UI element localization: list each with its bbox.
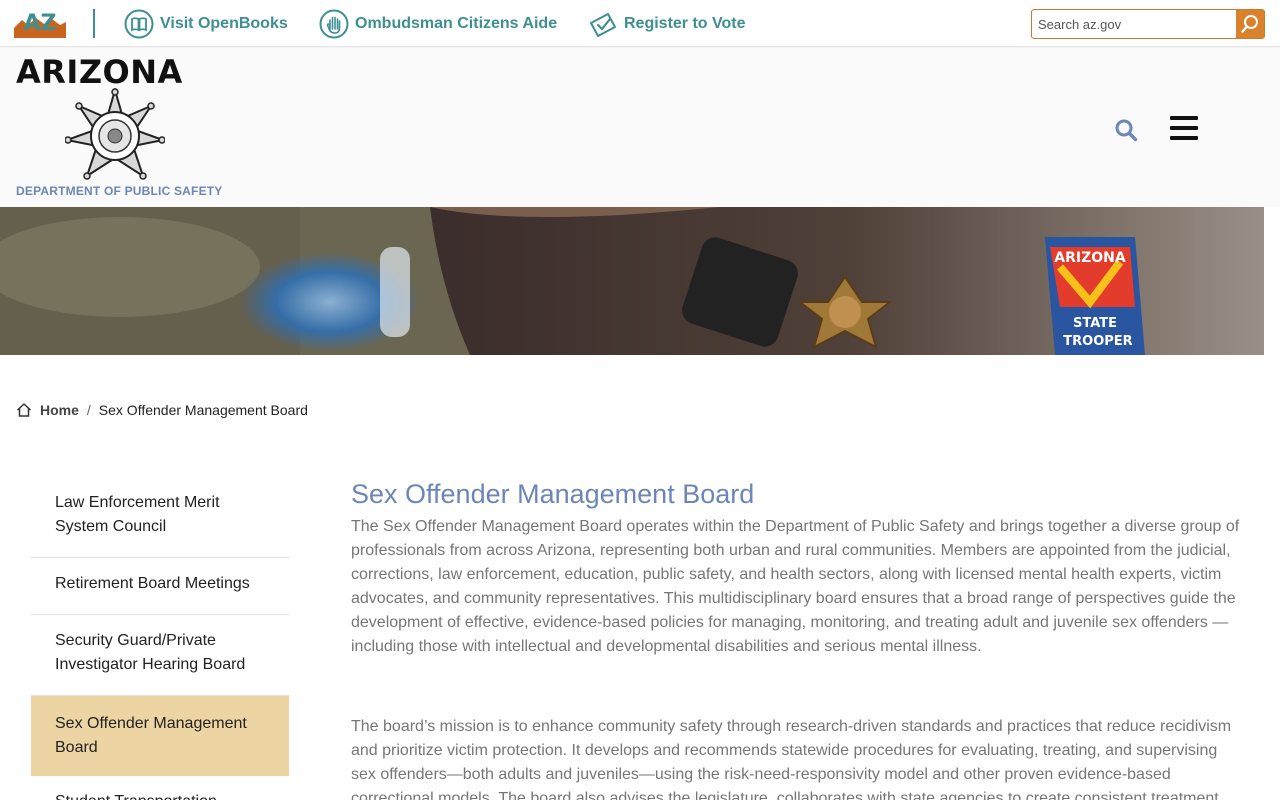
home-icon[interactable] <box>16 402 32 418</box>
hero-patch-state: STATE <box>1073 316 1117 331</box>
breadcrumb-separator: / <box>86 402 91 418</box>
intro-paragraph: The Sex Offender Management Board operat… <box>351 518 1240 655</box>
az-gov-search <box>1031 9 1265 39</box>
main-content: Sex Offender Management Board The Sex Of… <box>351 478 1246 800</box>
sidebar-nav: Law Enforcement Merit System Council Ret… <box>31 477 289 800</box>
svg-text:AZ: AZ <box>24 11 57 36</box>
sidebar-item-sex-offender-board[interactable]: Sex Offender Management Board <box>31 696 289 776</box>
hero-patch-arizona: ARIZONA <box>1054 250 1126 266</box>
hand-icon <box>319 9 349 39</box>
mission-paragraph: The board’s mission is to enhance commun… <box>351 718 1232 800</box>
register-to-vote-label: Register to Vote <box>624 15 746 32</box>
register-to-vote-link[interactable]: Register to Vote <box>588 10 746 38</box>
hero-banner-image: ARIZONA STATE TROOPER <box>0 207 1264 355</box>
top-utility-bar: AZ Visit OpenBooks Ombudsman Citizens Ai… <box>0 0 1280 47</box>
menu-bar <box>1170 136 1198 140</box>
agency-header: ARIZONA DEPARTMENT OF PUBLIC SAFETY <box>0 48 1280 207</box>
menu-bar <box>1170 116 1198 120</box>
header-search-icon[interactable] <box>1114 118 1138 142</box>
sidebar-item-student-transportation[interactable]: Student Transportation <box>31 776 289 800</box>
visit-openbooks-label: Visit OpenBooks <box>160 15 288 32</box>
search-icon <box>1241 15 1258 33</box>
department-name[interactable]: DEPARTMENT OF PUBLIC SAFETY <box>16 184 223 198</box>
topbar-divider <box>93 9 95 38</box>
sidebar-item-security-guard[interactable]: Security Guard/Private Investigator Hear… <box>31 615 289 696</box>
book-icon <box>124 9 154 39</box>
arizona-wordmark[interactable]: ARIZONA <box>16 56 183 88</box>
state-trooper-photo: ARIZONA STATE TROOPER <box>0 207 1264 355</box>
menu-bar <box>1170 126 1198 130</box>
hero-patch-trooper: TROOPER <box>1063 334 1132 349</box>
az-gov-search-input[interactable] <box>1032 10 1236 38</box>
visit-openbooks-link[interactable]: Visit OpenBooks <box>124 9 288 39</box>
dps-star-badge-icon[interactable] <box>65 88 165 182</box>
hamburger-menu-icon[interactable] <box>1170 116 1198 140</box>
sidebar-item-law-enforcement-merit[interactable]: Law Enforcement Merit System Council <box>31 477 289 558</box>
breadcrumb-current: Sex Offender Management Board <box>98 402 308 418</box>
ombudsman-link[interactable]: Ombudsman Citizens Aide <box>319 9 558 39</box>
az-logo-icon[interactable]: AZ <box>14 10 66 38</box>
page-title: Sex Offender Management Board <box>351 479 755 509</box>
ballot-icon <box>590 13 616 37</box>
az-gov-search-button[interactable] <box>1236 10 1264 38</box>
ombudsman-label: Ombudsman Citizens Aide <box>355 15 558 32</box>
sidebar-item-retirement-board[interactable]: Retirement Board Meetings <box>31 558 289 615</box>
breadcrumb: Home / Sex Offender Management Board <box>16 402 308 418</box>
breadcrumb-home-link[interactable]: Home <box>40 402 79 418</box>
